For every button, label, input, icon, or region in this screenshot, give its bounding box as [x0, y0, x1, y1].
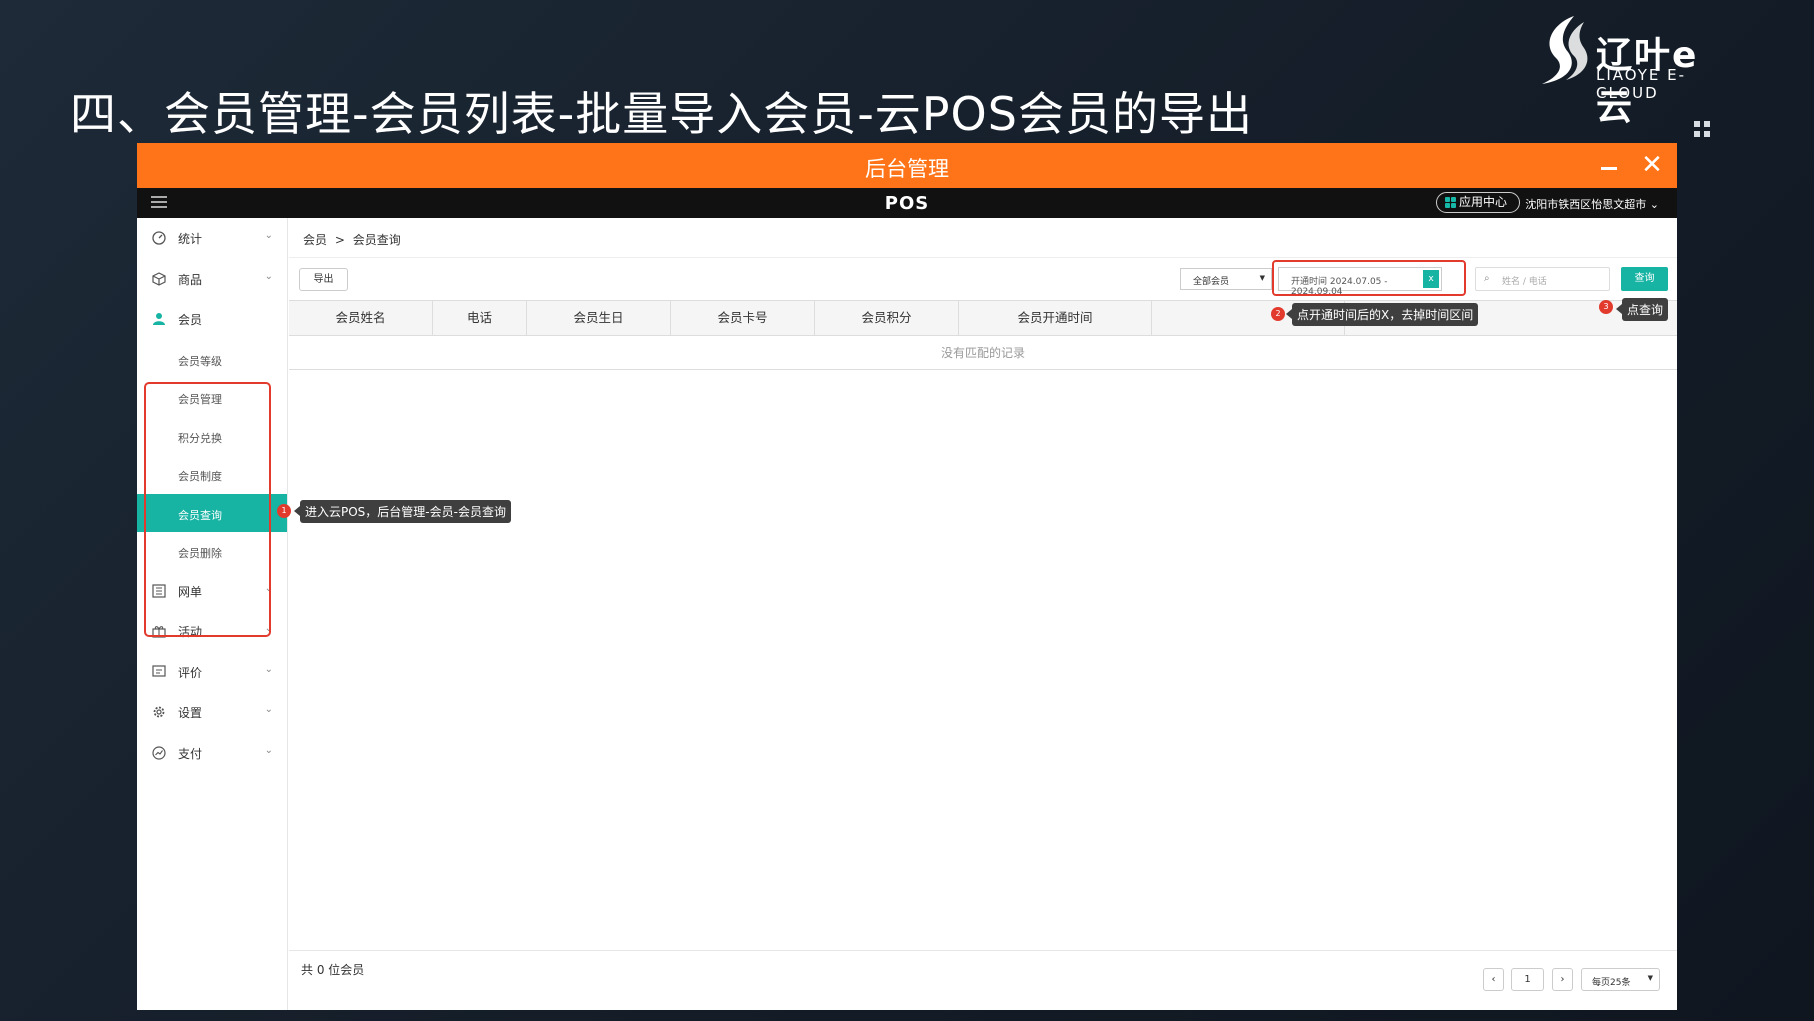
leaf-logo-icon [1542, 16, 1588, 84]
breadcrumb: 会员 > 会员查询 [289, 218, 1677, 258]
brand-name-en: LIAOYE E-CLOUD [1596, 66, 1687, 102]
empty-table-message: 没有匹配的记录 [289, 336, 1677, 370]
sidebar-item-label: 设置 [178, 706, 203, 720]
close-button[interactable]: ✕ [1637, 150, 1667, 180]
store-selector[interactable]: 沈阳市铁西区怡思文超市 ⌄ [1525, 196, 1659, 212]
chevron-down-icon: ⌄ [264, 704, 273, 715]
slide-title: 四、会员管理-会员列表-批量导入会员-云POS会员的导出 [70, 87, 1253, 141]
breadcrumb-root[interactable]: 会员 [303, 233, 327, 247]
table-footer: 共 0 位会员 ‹ 1 › 每页25条 ▼ [289, 950, 1677, 1010]
highlight-date-range [1272, 260, 1466, 296]
column-header[interactable]: 会员姓名 [289, 301, 433, 335]
prev-page-button[interactable]: ‹ [1483, 968, 1504, 991]
gear-icon [153, 706, 165, 718]
chart-icon [152, 745, 166, 760]
query-button[interactable]: 查询 [1621, 267, 1668, 291]
chevron-down-icon: ⌄ [264, 663, 273, 675]
comment-icon [152, 664, 166, 677]
sidebar-item-members[interactable]: 会员 [137, 299, 287, 340]
sidebar-subitem-member-query[interactable]: 会员查询 [137, 493, 287, 532]
column-header[interactable]: 电话 [433, 301, 527, 335]
grid-dots-icon [1694, 121, 1712, 139]
subitem-label: 会员删除 [178, 547, 222, 560]
total-count: 共 0 位会员 [301, 963, 365, 977]
column-header[interactable]: 会员开通时间 [959, 301, 1152, 335]
column-header[interactable]: 会员卡号 [671, 301, 815, 335]
chevron-down-icon: ⌄ [264, 582, 273, 594]
subitem-label: 会员查询 [178, 508, 222, 522]
pos-window: 后台管理 ✕ POS 应用中心 沈阳市铁西区怡思文超市 ⌄ 统计 ⌄ 商品 ⌄ [137, 143, 1677, 1010]
window-title: 后台管理 [865, 157, 949, 181]
breadcrumb-separator: > [334, 233, 345, 247]
subitem-label: 会员等级 [178, 354, 222, 368]
sidebar-item-label: 商品 [178, 272, 203, 287]
sidebar: 统计 ⌄ 商品 ⌄ 会员 会员等级 会员管理 积分兑换 会员制度 会员查询 会员… [137, 218, 288, 1010]
subitem-label: 积分兑换 [178, 431, 222, 445]
sidebar-item-stats[interactable]: 统计 ⌄ [137, 218, 287, 259]
step-badge-2: 2 [1271, 307, 1285, 321]
top-navbar: POS 应用中心 沈阳市铁西区怡思文超市 ⌄ [137, 188, 1677, 218]
page-number-input[interactable]: 1 [1511, 968, 1544, 991]
sidebar-subitem-points-exchange[interactable]: 积分兑换 [137, 417, 287, 456]
member-filter-select[interactable]: 全部会员 ▼ [1180, 268, 1272, 290]
step-badge-3: 3 [1599, 300, 1613, 314]
sidebar-subitem-member-manage[interactable]: 会员管理 [137, 378, 287, 417]
app-grid-icon [1445, 197, 1456, 208]
list-icon [152, 583, 166, 598]
column-header[interactable]: 会员生日 [527, 301, 671, 335]
minimize-button[interactable] [1601, 167, 1617, 170]
column-header[interactable]: 会员积分 [815, 301, 959, 335]
callout-1: 进入云POS，后台管理-会员-会员查询 [294, 500, 511, 523]
sidebar-item-payment[interactable]: 支付 ⌄ [137, 733, 287, 774]
gauge-icon [152, 231, 166, 245]
app-center-label: 应用中心 [1459, 195, 1508, 209]
sidebar-item-reviews[interactable]: 评价 ⌄ [137, 652, 287, 693]
sidebar-item-settings[interactable]: 设置 ⌄ [137, 692, 287, 733]
toolbar: 导出 全部会员 ▼ 开通时间 2024.07.05 - 2024.09.04 x… [289, 258, 1677, 300]
page-size-select[interactable]: 每页25条 ▼ [1581, 968, 1660, 991]
sidebar-subitem-member-level[interactable]: 会员等级 [137, 340, 287, 379]
user-icon [153, 313, 165, 325]
search-icon: ⌕ [1484, 273, 1490, 284]
next-page-button[interactable]: › [1552, 968, 1573, 991]
page-size-value: 每页25条 [1592, 978, 1631, 988]
sidebar-item-label: 会员 [178, 313, 203, 327]
sidebar-item-goods[interactable]: 商品 ⌄ [137, 259, 287, 300]
caret-down-icon: ▼ [1647, 974, 1653, 982]
callout-3: 点查询 [1615, 298, 1669, 321]
chevron-down-icon: ⌄ [264, 744, 273, 756]
sidebar-subitem-member-policy[interactable]: 会员制度 [137, 455, 287, 494]
sidebar-item-label: 评价 [178, 665, 203, 680]
brand-logo: 辽叶e云 LIAOYE E-CLOUD [1534, 14, 1734, 128]
main-content: 会员 > 会员查询 导出 全部会员 ▼ 开通时间 2024.07.05 - 20… [289, 218, 1677, 1010]
step-badge-1: 1 [277, 504, 291, 518]
sidebar-item-online-orders[interactable]: 网单 ⌄ [137, 571, 287, 612]
chevron-down-icon: ⌄ [264, 270, 273, 282]
breadcrumb-current: 会员查询 [352, 233, 401, 247]
chevron-down-icon: ⌄ [264, 623, 273, 634]
callout-2: 点开通时间后的X，去掉时间区间 [1285, 303, 1479, 326]
subitem-label: 会员制度 [178, 470, 222, 483]
app-center-button[interactable]: 应用中心 [1436, 192, 1520, 213]
sidebar-item-label: 活动 [178, 625, 203, 639]
search-input[interactable]: ⌕ 姓名 / 电话 [1475, 267, 1610, 291]
sidebar-item-label: 网单 [178, 584, 203, 599]
subitem-label: 会员管理 [178, 393, 222, 406]
sidebar-subitem-member-delete[interactable]: 会员删除 [137, 532, 287, 571]
chevron-down-icon: ⌄ [264, 230, 273, 241]
gift-icon [152, 626, 166, 638]
export-button[interactable]: 导出 [299, 268, 348, 291]
search-placeholder: 姓名 / 电话 [1502, 277, 1547, 287]
window-titlebar: 后台管理 ✕ [137, 143, 1677, 188]
member-filter-value: 全部会员 [1193, 277, 1230, 287]
sidebar-item-label: 统计 [178, 232, 203, 246]
sidebar-item-label: 支付 [178, 746, 203, 761]
caret-down-icon: ▼ [1259, 274, 1265, 282]
sidebar-item-activities[interactable]: 活动 ⌄ [137, 611, 287, 652]
box-icon [152, 271, 166, 286]
